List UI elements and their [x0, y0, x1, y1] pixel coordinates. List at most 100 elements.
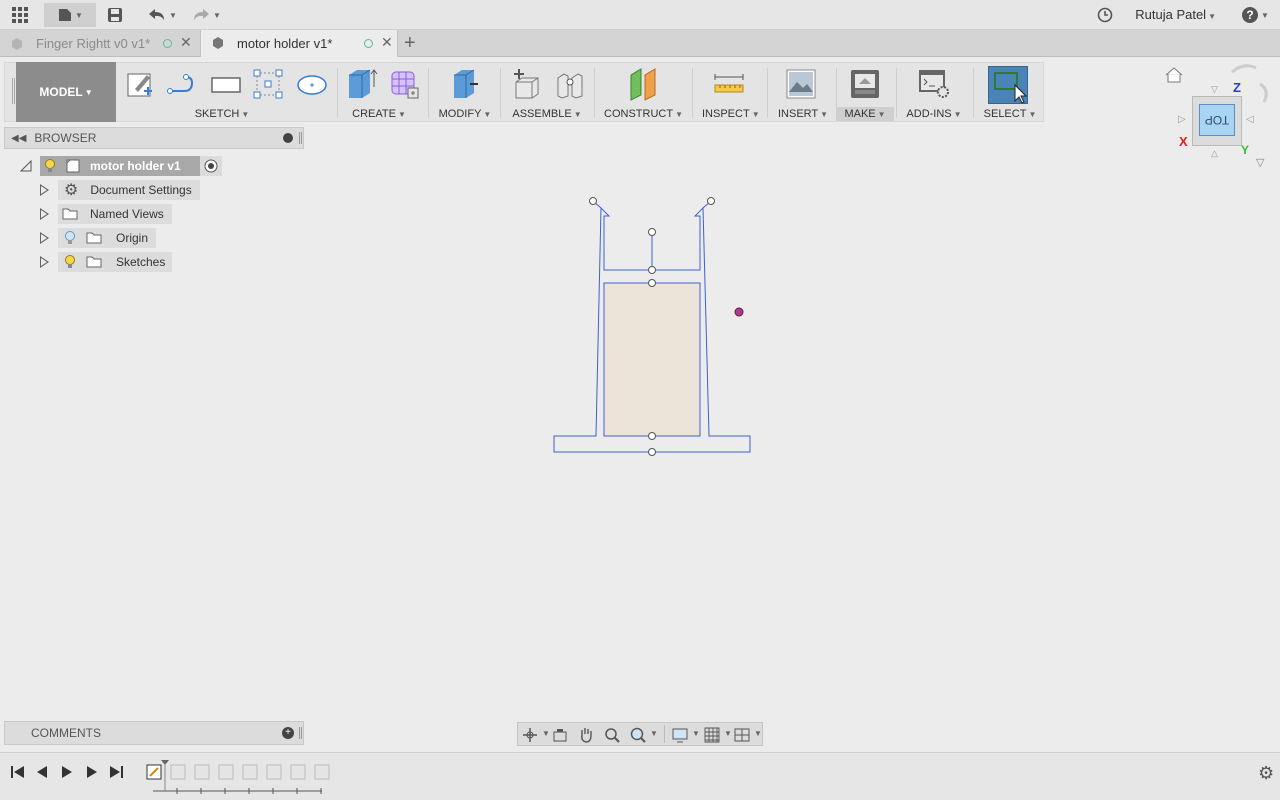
viewcube-arrow-down[interactable]: △	[1211, 148, 1218, 159]
sketch-point[interactable]	[589, 197, 597, 205]
close-tab-icon[interactable]: ✕	[180, 34, 192, 51]
viewcube-face-top[interactable]: TOP	[1199, 104, 1235, 136]
pan-hand-icon[interactable]	[578, 726, 594, 744]
tree-item-sketches[interactable]: Sketches	[58, 252, 172, 272]
tree-root-motor-holder[interactable]: motor holder v1	[40, 156, 222, 176]
sketch-menu[interactable]: SKETCH ▼	[190, 108, 254, 120]
panel-grip-icon[interactable]	[299, 132, 302, 144]
insert-menu[interactable]: INSERT ▼	[778, 108, 828, 120]
radio-activate-icon[interactable]	[204, 159, 218, 173]
press-pull-tool[interactable]	[446, 66, 482, 102]
save-button[interactable]	[104, 3, 126, 27]
expand-sketches[interactable]	[40, 256, 49, 268]
expand-document-settings[interactable]	[40, 184, 49, 196]
timeline-feature-suppressed[interactable]	[170, 764, 186, 780]
tree-item-named-views[interactable]: Named Views	[58, 204, 172, 224]
rectangle-tool[interactable]	[208, 66, 244, 102]
modify-menu[interactable]: MODIFY ▼	[436, 108, 494, 120]
extrude-tool[interactable]	[344, 66, 380, 102]
pattern-tool[interactable]	[250, 66, 286, 102]
timeline-settings-gear-icon[interactable]: ⚙	[1258, 763, 1274, 784]
viewcube-menu-icon[interactable]: ▽	[1256, 156, 1264, 169]
measure-tool[interactable]	[711, 66, 747, 102]
add-comment-icon[interactable]: +	[282, 727, 294, 739]
go-to-start-icon[interactable]	[10, 765, 26, 779]
user-account-menu[interactable]: Rutuja Patel ▼	[1135, 7, 1216, 22]
sketch-point[interactable]	[707, 197, 715, 205]
expand-origin[interactable]	[40, 232, 49, 244]
workspace-switcher[interactable]: MODEL ▼	[16, 62, 116, 122]
root-collapse-toggle[interactable]	[19, 159, 32, 175]
go-to-end-icon[interactable]	[108, 765, 124, 779]
zoom-window-icon[interactable]	[630, 727, 646, 743]
insert-image-tool[interactable]	[783, 66, 819, 102]
timeline-feature-suppressed[interactable]	[314, 764, 330, 780]
create-sketch-tool[interactable]	[122, 66, 158, 102]
viewports-icon[interactable]	[734, 727, 750, 743]
app-grid-icon[interactable]	[6, 3, 34, 27]
viewcube-arrow-left[interactable]: ▷	[1178, 114, 1186, 125]
collapse-panel-icon[interactable]: ◀◀	[11, 133, 26, 144]
minimize-panel-icon[interactable]	[283, 133, 293, 143]
display-settings-icon[interactable]	[672, 727, 690, 743]
redo-button[interactable]: ▼	[188, 3, 224, 27]
grid-dropdown-icon[interactable]: ▼	[724, 729, 732, 738]
new-tab-button[interactable]: +	[404, 32, 416, 55]
look-at-icon[interactable]	[552, 727, 568, 743]
home-view-button[interactable]	[1164, 66, 1184, 87]
sketch-profile[interactable]	[603, 282, 701, 437]
help-button[interactable]: ? ▼	[1238, 3, 1272, 27]
lightbulb-icon[interactable]	[44, 159, 56, 173]
sketch-point[interactable]	[648, 279, 656, 287]
origin-point[interactable]	[734, 307, 744, 317]
play-icon[interactable]	[60, 765, 74, 779]
sketch-point[interactable]	[648, 448, 656, 456]
sketch-canvas[interactable]	[540, 190, 770, 465]
timeline-feature-suppressed[interactable]	[242, 764, 258, 780]
viewcube-arrow-up[interactable]: ▽	[1211, 84, 1218, 95]
create-menu[interactable]: CREATE ▼	[350, 108, 408, 120]
expand-named-views[interactable]	[40, 208, 49, 220]
line-tool[interactable]	[164, 66, 200, 102]
zoom-icon[interactable]	[604, 727, 620, 743]
toolbar-grip[interactable]	[12, 78, 15, 104]
close-tab-icon[interactable]: ✕	[381, 34, 393, 51]
assemble-menu[interactable]: ASSEMBLE ▼	[512, 108, 582, 120]
timeline-feature-suppressed[interactable]	[266, 764, 282, 780]
timeline-feature-suppressed[interactable]	[218, 764, 234, 780]
display-dropdown-icon[interactable]: ▼	[692, 729, 700, 738]
viewports-dropdown-icon[interactable]: ▼	[754, 729, 762, 738]
sketch-point[interactable]	[648, 432, 656, 440]
timeline-marker[interactable]	[161, 760, 169, 765]
undo-button[interactable]: ▼	[144, 3, 180, 27]
circle-tool[interactable]	[294, 66, 330, 102]
zoom-dropdown-icon[interactable]: ▼	[650, 729, 658, 738]
tree-item-origin[interactable]: Origin	[58, 228, 156, 248]
orbit-dropdown-icon[interactable]: ▼	[542, 729, 550, 738]
tab-finger-rightt[interactable]: Finger Rightt v0 v1* ✕	[0, 30, 198, 57]
select-menu[interactable]: SELECT ▼	[980, 108, 1040, 120]
orbit-icon[interactable]	[522, 727, 538, 743]
panel-grip-icon[interactable]	[299, 727, 302, 739]
inspect-menu[interactable]: INSPECT ▼	[702, 108, 760, 120]
joint-tool[interactable]	[552, 66, 588, 102]
lightbulb-off-icon[interactable]	[64, 231, 76, 245]
scripts-addins-tool[interactable]	[916, 66, 952, 102]
form-tool[interactable]	[386, 66, 422, 102]
3d-print-tool[interactable]	[847, 66, 883, 102]
timeline-track[interactable]	[145, 759, 331, 799]
lightbulb-icon[interactable]	[64, 255, 76, 269]
sketch-point[interactable]	[648, 266, 656, 274]
viewcube-arrow-right[interactable]: ◁	[1246, 114, 1254, 125]
sketch-point[interactable]	[648, 228, 656, 236]
construct-menu[interactable]: CONSTRUCT ▼	[604, 108, 683, 120]
step-forward-icon[interactable]	[85, 765, 99, 779]
select-tool[interactable]	[988, 66, 1028, 104]
make-menu[interactable]: MAKE ▼	[836, 107, 894, 121]
job-status-button[interactable]	[1094, 3, 1116, 27]
timeline-feature-suppressed[interactable]	[194, 764, 210, 780]
add-ins-menu[interactable]: ADD-INS ▼	[904, 108, 964, 120]
offset-plane-tool[interactable]	[626, 66, 662, 102]
tab-motor-holder[interactable]: motor holder v1* ✕	[200, 30, 398, 57]
tree-item-document-settings[interactable]: ⚙ Document Settings	[58, 180, 200, 200]
